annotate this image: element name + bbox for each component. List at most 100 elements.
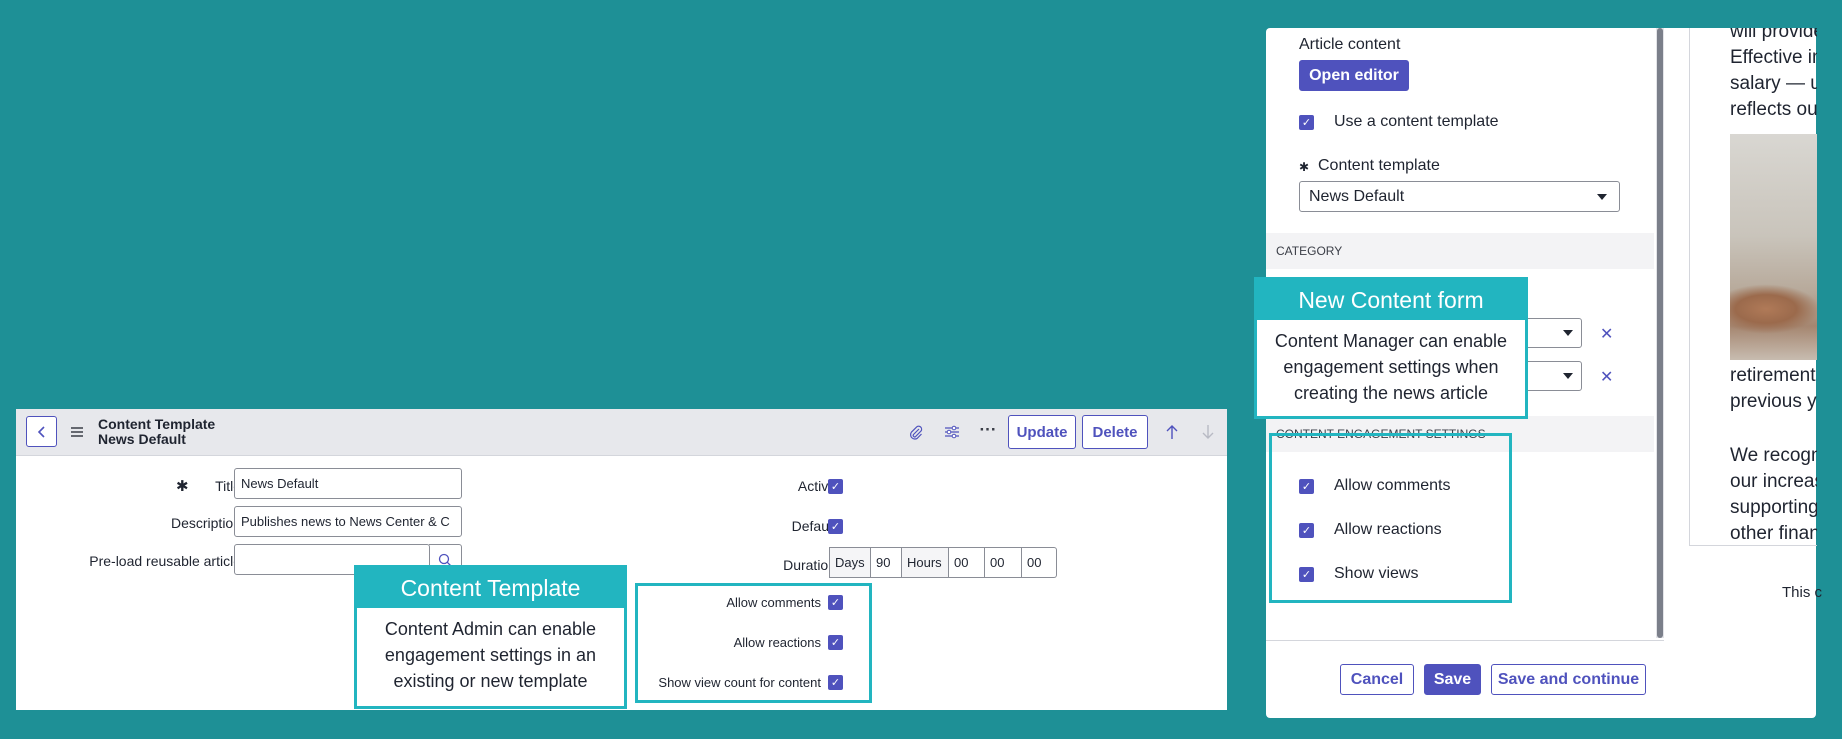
- content-template-value: News Default: [1309, 187, 1405, 205]
- footer-divider: [1266, 640, 1664, 641]
- form-header: Content Template News Default ··· Update…: [16, 409, 1227, 456]
- default-label: Default: [791, 518, 836, 534]
- remove-x-icon[interactable]: ✕: [1600, 367, 1613, 387]
- dropdown-caret-icon: [1563, 330, 1573, 336]
- form-title-line1: Content Template: [98, 416, 216, 432]
- article-paragraph: We recogni our increase supporting other…: [1730, 443, 1817, 545]
- checkmark-icon: ✓: [830, 481, 841, 493]
- callout-title: Content Template: [357, 568, 624, 608]
- coins-illustration: [1730, 284, 1817, 334]
- article-line: reflects our: [1730, 99, 1817, 120]
- callout-line: engagement settings in an: [384, 645, 597, 665]
- checkmark-icon: ✓: [830, 677, 841, 689]
- article-line: salary — up: [1730, 73, 1817, 94]
- allow-comments-label: Allow comments: [1334, 477, 1451, 494]
- allow-reactions-label: Allow reactions: [733, 635, 821, 650]
- use-template-label: Use a content template: [1334, 113, 1499, 130]
- article-line: We recogni: [1730, 445, 1817, 466]
- duration-field: Days 90 Hours 00 00 00: [829, 547, 1057, 578]
- title-label: Title: [215, 478, 241, 494]
- back-chevron-icon: [36, 425, 48, 439]
- article-line: Effective im: [1730, 47, 1817, 68]
- callout-line: existing or new template: [393, 671, 588, 691]
- content-template-label: Content template: [1318, 157, 1440, 174]
- arrow-up-icon[interactable]: [1162, 421, 1182, 443]
- show-view-count-checkbox[interactable]: ✓: [828, 675, 843, 690]
- description-label: Description: [170, 515, 241, 531]
- arrow-down-icon[interactable]: [1198, 421, 1218, 443]
- open-editor-button[interactable]: Open editor: [1299, 60, 1409, 91]
- checkmark-icon: ✓: [1301, 525, 1312, 537]
- use-template-checkbox[interactable]: ✓: [1299, 115, 1314, 130]
- allow-comments-label: Allow comments: [726, 595, 821, 610]
- allow-comments-checkbox[interactable]: ✓: [828, 595, 843, 610]
- back-button[interactable]: [26, 416, 57, 447]
- article-paragraph: retirement s previous ye: [1730, 363, 1817, 415]
- new-content-form-callout: New Content form Content Manager can ena…: [1254, 277, 1528, 419]
- checkmark-icon: ✓: [1301, 481, 1312, 493]
- duration-minutes-input[interactable]: 00: [985, 547, 1022, 578]
- allow-comments-checkbox[interactable]: ✓: [1299, 479, 1314, 494]
- sliders-icon[interactable]: [942, 422, 962, 442]
- checkmark-icon: ✓: [830, 637, 841, 649]
- checkmark-icon: ✓: [830, 597, 841, 609]
- article-line: retirement s: [1730, 365, 1817, 386]
- duration-hours-label: Hours: [902, 547, 949, 578]
- more-icon[interactable]: ···: [978, 420, 998, 440]
- article-image: [1730, 134, 1817, 360]
- remove-x-icon[interactable]: ✕: [1600, 324, 1613, 344]
- article-content-label: Article content: [1299, 36, 1401, 53]
- article-line: supporting: [1730, 497, 1817, 518]
- allow-reactions-checkbox[interactable]: ✓: [828, 635, 843, 650]
- delete-button[interactable]: Delete: [1082, 415, 1148, 449]
- category-section-header: CATEGORY: [1266, 233, 1654, 269]
- preload-article-label: Pre-load reusable article: [89, 553, 241, 569]
- allow-reactions-label: Allow reactions: [1334, 521, 1442, 538]
- callout-text: Content Admin can enable engagement sett…: [357, 608, 624, 694]
- callout-line: Content Admin can enable: [384, 619, 597, 639]
- title-input[interactable]: News Default: [234, 468, 462, 499]
- hamburger-menu-icon[interactable]: [71, 424, 83, 442]
- show-views-label: Show views: [1334, 565, 1419, 582]
- paperclip-icon[interactable]: [906, 422, 926, 442]
- duration-label: Duration: [783, 557, 836, 573]
- content-template-callout: Content Template Content Admin can enabl…: [354, 565, 627, 709]
- active-checkbox[interactable]: ✓: [828, 479, 843, 494]
- callout-text: Content Manager can enable engagement se…: [1257, 320, 1525, 406]
- duration-days-input[interactable]: 90: [871, 547, 902, 578]
- callout-line: Content Manager can enable: [1274, 331, 1508, 351]
- duration-seconds-input[interactable]: 00: [1022, 547, 1057, 578]
- article-line: will provide: [1730, 28, 1817, 42]
- checkmark-icon: ✓: [1301, 569, 1312, 581]
- article-line: other financ: [1730, 523, 1817, 544]
- description-input[interactable]: Publishes news to News Center & C: [234, 506, 462, 537]
- show-view-count-label: Show view count for content: [658, 675, 821, 690]
- save-and-continue-button[interactable]: Save and continue: [1491, 664, 1646, 695]
- default-checkbox[interactable]: ✓: [828, 519, 843, 534]
- dropdown-caret-icon: [1597, 194, 1607, 200]
- callout-line: creating the news article: [1293, 383, 1489, 403]
- dropdown-caret-icon: [1563, 373, 1573, 379]
- article-footer-text: This c: [1782, 584, 1823, 601]
- form-title: Content Template News Default: [98, 417, 215, 447]
- cancel-button[interactable]: Cancel: [1340, 664, 1414, 695]
- allow-reactions-checkbox[interactable]: ✓: [1299, 523, 1314, 538]
- show-views-checkbox[interactable]: ✓: [1299, 567, 1314, 582]
- save-button[interactable]: Save: [1424, 664, 1481, 695]
- article-line: previous ye: [1730, 391, 1817, 412]
- active-label: Active: [797, 478, 836, 494]
- scrollbar-track[interactable]: [1656, 28, 1664, 638]
- checkmark-icon: ✓: [830, 521, 841, 533]
- article-line: our increase: [1730, 471, 1817, 492]
- article-preview: will provide Effective im salary — up re…: [1689, 28, 1817, 546]
- checkmark-icon: ✓: [1301, 117, 1312, 129]
- scrollbar-thumb[interactable]: [1657, 28, 1663, 638]
- duration-hours-input[interactable]: 00: [949, 547, 985, 578]
- callout-line: engagement settings when: [1283, 357, 1499, 377]
- required-asterisk-icon: ✱: [1299, 160, 1310, 174]
- callout-title: New Content form: [1257, 280, 1525, 320]
- duration-days-label: Days: [829, 547, 871, 578]
- update-button[interactable]: Update: [1008, 415, 1076, 449]
- content-template-select[interactable]: News Default: [1299, 181, 1620, 212]
- form-title-line2: News Default: [98, 431, 186, 447]
